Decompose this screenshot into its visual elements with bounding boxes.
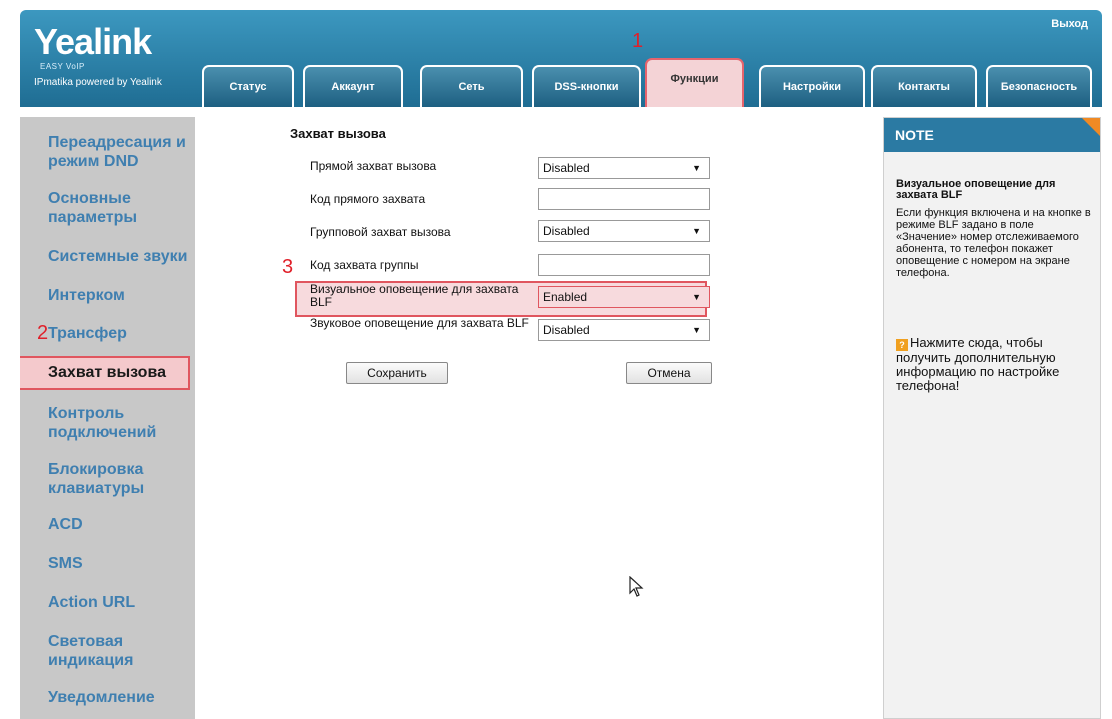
tab-status[interactable]: Статус: [202, 65, 294, 107]
logo-tagline: EASY VoIP: [40, 62, 85, 71]
note-help-link[interactable]: ? Нажмите сюда, чтобы получить дополнител…: [896, 336, 1096, 393]
tab-label: Безопасность: [1000, 81, 1078, 93]
direct-pickup-select[interactable]: Disabled ▼: [538, 157, 710, 179]
select-value: Disabled: [543, 323, 590, 337]
direct-pickup-code-input[interactable]: [538, 188, 710, 210]
direct-pickup-code-label: Код прямого захвата: [310, 192, 426, 206]
tab-label: Сеть: [458, 81, 485, 93]
cancel-button[interactable]: Отмена: [626, 362, 712, 384]
sidebar-item-forward-dnd[interactable]: Переадресация и режим DND: [20, 133, 195, 171]
tab-label: Настройки: [782, 81, 842, 93]
tab-security[interactable]: Безопасность: [986, 65, 1092, 107]
note-corner: [1082, 118, 1100, 136]
tab-settings[interactable]: Настройки: [759, 65, 865, 107]
dropdown-arrow-icon: ▼: [692, 292, 701, 302]
tab-label: Функции: [670, 72, 719, 85]
tab-label: Контакты: [898, 81, 950, 93]
sidebar-item-tones[interactable]: Системные звуки: [20, 247, 195, 266]
select-value: Disabled: [543, 161, 590, 175]
page: Yealink EASY VoIP IPmatika powered by Ye…: [0, 0, 1112, 719]
sidebar-item-keypad-lock[interactable]: Блокировка клавиатуры: [20, 460, 195, 498]
tab-label: Статус: [229, 81, 267, 93]
sidebar-item-led[interactable]: Световая индикация: [20, 632, 195, 670]
annotation-mark-1: 1: [632, 30, 644, 52]
dropdown-arrow-icon: ▼: [692, 325, 701, 335]
tab-label: DSS-кнопки: [554, 81, 619, 93]
sidebar-item-notification[interactable]: Уведомление: [20, 688, 195, 707]
note-help-text: Нажмите сюда, чтобы получить дополнитель…: [896, 335, 1060, 393]
sidebar-divider: [195, 358, 202, 394]
group-pickup-label: Групповой захват вызова: [310, 225, 451, 239]
tab-features[interactable]: Функции: [645, 58, 744, 107]
logo: Yealink EASY VoIP IPmatika powered by Ye…: [34, 21, 162, 89]
annotation-mark-2: 2: [37, 322, 49, 344]
tab-account[interactable]: Аккаунт: [303, 65, 403, 107]
logo-powered: IPmatika powered by Yealink: [34, 77, 162, 88]
dropdown-arrow-icon: ▼: [692, 226, 701, 236]
tab-label: Аккаунт: [331, 81, 375, 93]
annotation-mark-3: 3: [282, 256, 294, 278]
group-pickup-select[interactable]: Disabled ▼: [538, 220, 710, 242]
sidebar-item-action-url[interactable]: Action URL: [20, 593, 195, 612]
sidebar-item-call-pickup[interactable]: Захват вызова: [20, 356, 190, 390]
header: Yealink EASY VoIP IPmatika powered by Ye…: [20, 10, 1102, 107]
tab-dss-keys[interactable]: DSS-кнопки: [532, 65, 641, 107]
main-content: Захват вызова Прямой захват вызова Disab…: [202, 117, 877, 719]
group-pickup-code-label: Код захвата группы: [310, 258, 419, 272]
select-value: Disabled: [543, 224, 590, 238]
note-panel: NOTE Визуальное оповещение для захвата B…: [883, 117, 1101, 719]
mouse-pointer-icon: [629, 576, 644, 597]
logo-wordmark: Yealink: [34, 21, 152, 62]
tab-contacts[interactable]: Контакты: [871, 65, 977, 107]
logout-link[interactable]: Выход: [1051, 18, 1088, 30]
visual-alert-select[interactable]: Enabled ▼: [538, 286, 710, 308]
note-title: Визуальное оповещение для захвата BLF: [896, 178, 1056, 201]
sidebar: Переадресация и режим DND Основные парам…: [20, 117, 195, 719]
dropdown-arrow-icon: ▼: [692, 163, 701, 173]
note-text: Если функция включена и на кнопке в режи…: [896, 207, 1091, 279]
sidebar-item-acd[interactable]: ACD: [20, 515, 195, 534]
audio-alert-select[interactable]: Disabled ▼: [538, 319, 710, 341]
sidebar-item-call-control[interactable]: Контроль подключений: [20, 404, 195, 442]
group-pickup-code-input[interactable]: [538, 254, 710, 276]
direct-pickup-label: Прямой захват вызова: [310, 159, 437, 173]
sidebar-item-general[interactable]: Основные параметры: [20, 189, 195, 227]
page-title: Захват вызова: [290, 126, 386, 141]
select-value: Enabled: [543, 290, 588, 304]
save-button[interactable]: Сохранить: [346, 362, 448, 384]
sidebar-item-sms[interactable]: SMS: [20, 554, 195, 573]
visual-alert-label: Визуальное оповещение для захвата BLF: [310, 282, 519, 309]
sidebar-item-intercom[interactable]: Интерком: [20, 286, 195, 305]
audio-alert-label: Звуковое оповещение для захвата BLF: [310, 316, 529, 330]
tab-network[interactable]: Сеть: [420, 65, 523, 107]
note-header: NOTE: [884, 118, 1100, 152]
